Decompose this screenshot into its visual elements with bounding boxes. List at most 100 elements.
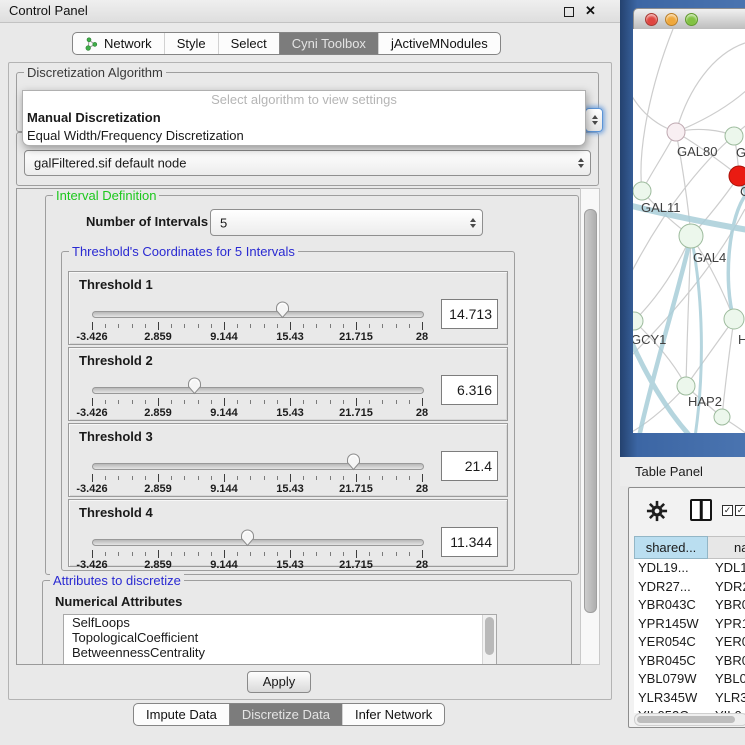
tick-mark: [118, 324, 119, 328]
table-row[interactable]: YBL079WYBL0: [634, 670, 745, 689]
node-gcy1[interactable]: [633, 312, 643, 330]
threshold-label: Threshold 4: [79, 505, 153, 520]
table-row[interactable]: YLR345WYLR3: [634, 689, 745, 708]
node-h[interactable]: [724, 309, 744, 329]
slider-handle[interactable]: [346, 453, 361, 471]
threshold-slider[interactable]: -3.4262.8599.14415.4321.71528: [92, 308, 422, 340]
apply-button[interactable]: Apply: [247, 671, 311, 693]
slider-track[interactable]: [92, 311, 424, 318]
table-row[interactable]: YDR27...YDR2: [634, 578, 745, 597]
node-label: GAL4: [693, 250, 726, 265]
tab-style[interactable]: Style: [164, 33, 218, 54]
tick-mark: [224, 322, 225, 330]
settings-vertical-scrollbar[interactable]: [580, 188, 600, 665]
table-row[interactable]: YDL19...YDL1: [634, 559, 745, 578]
node-gal11[interactable]: [633, 182, 651, 200]
table-row[interactable]: YBR043CYBR0: [634, 596, 745, 615]
node-label: GA: [736, 145, 745, 160]
tab-impute-data[interactable]: Impute Data: [134, 704, 229, 725]
table-row[interactable]: YER054CYER0: [634, 633, 745, 652]
slider-ticks: [92, 321, 422, 330]
attribute-list-item[interactable]: TopologicalCoefficient: [64, 630, 496, 645]
scrollbar-thumb[interactable]: [584, 209, 597, 613]
slider-track[interactable]: [92, 387, 424, 394]
stepper-icon: [592, 115, 598, 125]
attribute-list-scrollbar[interactable]: [482, 615, 496, 665]
table-horizontal-scrollbar[interactable]: [634, 713, 745, 726]
split-view-icon[interactable]: [690, 499, 712, 521]
threshold-slider[interactable]: -3.4262.8599.14415.4321.71528: [92, 460, 422, 492]
checkbox-icon[interactable]: ✓: [735, 505, 745, 516]
attribute-list[interactable]: SelfLoopsTopologicalCoefficientBetweenne…: [63, 614, 497, 665]
threshold-value[interactable]: 14.713: [441, 299, 498, 329]
tab-select[interactable]: Select: [218, 33, 279, 54]
close-traffic-light-icon[interactable]: [645, 13, 658, 26]
tick-label: 2.859: [144, 331, 172, 343]
node-hap2[interactable]: [677, 377, 695, 395]
node-gal80[interactable]: [667, 123, 685, 141]
threshold-slider[interactable]: -3.4262.8599.14415.4321.71528: [92, 384, 422, 416]
tick-label: 9.144: [210, 559, 238, 571]
node-gal4[interactable]: [679, 224, 703, 248]
column-header-shared-name[interactable]: shared...: [634, 536, 708, 559]
scrollbar-thumb[interactable]: [637, 716, 735, 723]
tick-mark: [316, 400, 317, 404]
close-icon[interactable]: ✕: [585, 3, 596, 19]
minimize-traffic-light-icon[interactable]: [665, 13, 678, 26]
table-cell-name: YBL0: [708, 670, 745, 689]
threshold-value[interactable]: 11.344: [441, 527, 498, 557]
tick-mark: [92, 398, 93, 406]
node[interactable]: [725, 127, 743, 145]
dropdown-option-manual[interactable]: Manual Discretization: [23, 109, 585, 127]
table-row[interactable]: YBR045CYBR0: [634, 652, 745, 671]
tick-mark: [409, 400, 410, 404]
gear-icon[interactable]: [646, 500, 668, 525]
tick-mark: [105, 476, 106, 480]
tick-mark: [369, 324, 370, 328]
attribute-list-item[interactable]: BetweennessCentrality: [64, 645, 496, 660]
node[interactable]: [714, 409, 730, 425]
slider-track[interactable]: [92, 539, 424, 546]
network-window-titlebar[interactable]: [633, 8, 745, 30]
tab-discretize-data[interactable]: Discretize Data: [229, 704, 342, 725]
slider-track[interactable]: [92, 463, 424, 470]
table-data-select[interactable]: galFiltered.sif default node: [24, 150, 591, 176]
zoom-traffic-light-icon[interactable]: [685, 13, 698, 26]
slider-handle[interactable]: [187, 377, 202, 395]
tick-mark: [132, 552, 133, 556]
tick-mark: [237, 324, 238, 328]
tab-jactivemnodules[interactable]: jActiveMNodules: [378, 33, 500, 54]
column-header-name[interactable]: na: [708, 536, 745, 559]
slider-tick-labels: -3.4262.8599.14415.4321.71528: [92, 407, 422, 419]
tick-label: 9.144: [210, 407, 238, 419]
threshold-value[interactable]: 6.316: [441, 375, 498, 405]
tick-mark: [250, 324, 251, 328]
tab-cyni-toolbox[interactable]: Cyni Toolbox: [279, 33, 378, 54]
threshold-value[interactable]: 21.4: [441, 451, 498, 481]
slider-tick-labels: -3.4262.8599.14415.4321.71528: [92, 483, 422, 495]
attribute-list-item[interactable]: SelfLoops: [64, 615, 496, 630]
slider-handle[interactable]: [240, 529, 255, 547]
tick-mark: [105, 400, 106, 404]
float-icon[interactable]: [564, 7, 574, 17]
tab-network[interactable]: Network: [73, 33, 164, 54]
tick-mark: [211, 552, 212, 556]
tab-infer-network[interactable]: Infer Network: [342, 704, 444, 725]
threshold-coordinates-group: Threshold's Coordinates for 5 Intervals …: [61, 251, 515, 571]
network-canvas[interactable]: GAL80 GA GAL11 C GAL4 GCY1 H HAP2: [633, 29, 745, 433]
algorithm-select-stepper[interactable]: [585, 108, 603, 132]
threshold-slider[interactable]: -3.4262.8599.14415.4321.71528: [92, 536, 422, 568]
node-selected-red[interactable]: [729, 166, 745, 186]
scrollbar-thumb[interactable]: [485, 617, 494, 655]
number-of-intervals-select[interactable]: 5: [210, 209, 483, 236]
algorithm-dropdown-popup: Select algorithm to view settings Manual…: [22, 90, 586, 146]
tick-mark: [277, 476, 278, 480]
dropdown-option-equal-width[interactable]: Equal Width/Frequency Discretization: [23, 127, 585, 145]
checkbox-icon[interactable]: ✓: [722, 505, 733, 516]
tick-mark: [250, 552, 251, 556]
tick-mark: [382, 552, 383, 556]
tick-mark: [264, 324, 265, 328]
slider-handle[interactable]: [275, 301, 290, 319]
table-row[interactable]: YPR145WYPR1: [634, 615, 745, 634]
tick-mark: [224, 474, 225, 482]
